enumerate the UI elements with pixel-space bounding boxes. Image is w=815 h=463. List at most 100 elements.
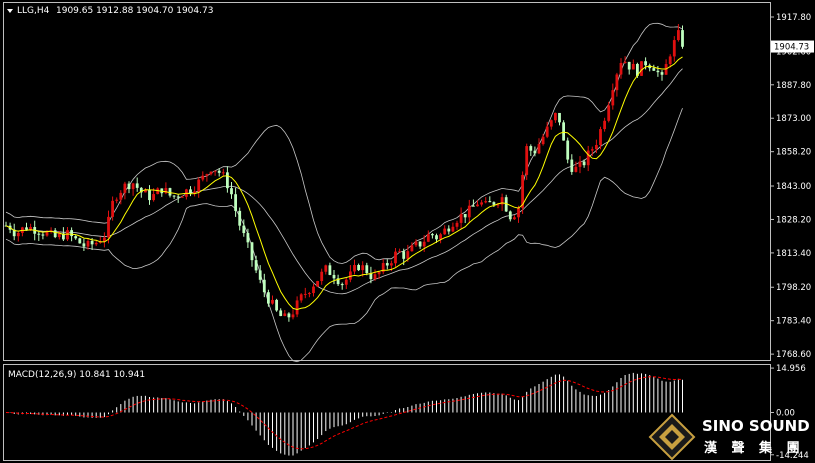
candle-up: [672, 40, 676, 57]
candle-down: [681, 30, 684, 47]
chart-background: [0, 0, 815, 463]
price-tick-label: 1858.20: [776, 148, 811, 158]
candle-up: [320, 271, 324, 282]
candle-up: [631, 63, 635, 70]
svg-text:漢 聲 集 團: 漢 聲 集 團: [704, 440, 805, 456]
candle-up: [107, 216, 110, 238]
candle-up: [623, 61, 627, 63]
candle-up: [480, 202, 483, 205]
candle-up: [123, 183, 127, 193]
candle-up: [324, 265, 328, 272]
candle-up: [316, 281, 319, 287]
candle-down: [41, 234, 45, 236]
candle-down: [148, 189, 151, 201]
candle-up: [619, 62, 623, 75]
candle-down: [529, 146, 533, 151]
candle-up: [668, 56, 672, 65]
svg-text:1904.73: 1904.73: [774, 43, 809, 53]
candle-up: [353, 265, 356, 272]
candle-up: [394, 251, 397, 264]
candle-up: [291, 314, 295, 318]
candle-up: [308, 293, 311, 295]
candle-up: [426, 234, 430, 242]
candle-up: [586, 150, 590, 166]
candle-down: [82, 243, 86, 247]
candle-down: [472, 205, 475, 207]
candle-up: [513, 217, 516, 220]
candle-up: [640, 61, 643, 76]
candle-up: [545, 126, 549, 137]
candle-down: [254, 260, 258, 271]
candle-down: [656, 70, 660, 73]
candle-down: [127, 183, 131, 190]
candle-down: [230, 188, 233, 195]
candle-up: [111, 200, 114, 217]
candle-up: [459, 213, 463, 223]
price-tick-label: 1887.80: [776, 81, 811, 91]
candle-up: [361, 265, 365, 271]
candle-up: [611, 90, 615, 106]
candle-up: [590, 149, 594, 151]
price-tick-label: 1828.20: [776, 215, 811, 225]
chart-canvas: 1917.801902.601887.801873.001858.201843.…: [0, 0, 815, 463]
candle-down: [250, 242, 254, 261]
candle-up: [615, 74, 619, 91]
candle-up: [201, 175, 205, 180]
candle-up: [299, 294, 303, 301]
candle-down: [238, 210, 242, 226]
candle-down: [258, 270, 262, 280]
candle-down: [357, 265, 360, 271]
symbol-label: LLG,H4: [17, 6, 50, 16]
macd-tick-label: 14.956: [776, 364, 806, 374]
candle-down: [627, 61, 631, 70]
candle-up: [303, 293, 307, 295]
candle-down: [90, 240, 94, 245]
last-price-tag: 1904.73: [771, 40, 814, 53]
candle-down: [447, 228, 451, 232]
candle-down: [365, 265, 369, 274]
candle-up: [677, 30, 680, 41]
candle-down: [508, 211, 512, 220]
candle-down: [262, 279, 266, 293]
candle-down: [37, 233, 41, 235]
candle-down: [189, 189, 192, 194]
candle-down: [176, 196, 180, 198]
candle-down: [217, 170, 221, 173]
candle-down: [53, 230, 57, 238]
candle-up: [578, 161, 582, 167]
candle-up: [467, 205, 471, 218]
candle-down: [242, 225, 246, 234]
candle-up: [607, 105, 611, 121]
candle-up: [517, 207, 520, 218]
svg-text:SINO SOUND: SINO SOUND: [702, 417, 810, 435]
candle-up: [390, 263, 393, 266]
price-tick-label: 1843.00: [776, 182, 811, 192]
candle-up: [439, 234, 442, 240]
candle-up: [283, 313, 287, 317]
candle-down: [402, 251, 406, 259]
candle-up: [16, 232, 20, 237]
candle-up: [180, 196, 184, 198]
price-tick-label: 1798.20: [776, 283, 811, 293]
price-tick-label: 1873.00: [776, 114, 811, 124]
candle-up: [131, 183, 135, 190]
candle-up: [45, 231, 49, 236]
candle-down: [340, 284, 344, 286]
candle-up: [373, 274, 377, 280]
candle-up: [119, 192, 123, 200]
candle-up: [574, 166, 578, 172]
candle-down: [492, 202, 496, 205]
candle-up: [221, 172, 225, 174]
candle-up: [271, 299, 274, 304]
candle-up: [443, 228, 447, 235]
candle-down: [431, 234, 434, 236]
candle-up: [603, 120, 606, 130]
candle-down: [385, 263, 389, 266]
candle-up: [422, 241, 426, 247]
candle-up: [398, 251, 401, 253]
candle-down: [652, 68, 656, 71]
candle-up: [66, 230, 69, 240]
candle-down: [287, 313, 291, 318]
candle-up: [455, 222, 459, 227]
candle-down: [267, 292, 270, 304]
